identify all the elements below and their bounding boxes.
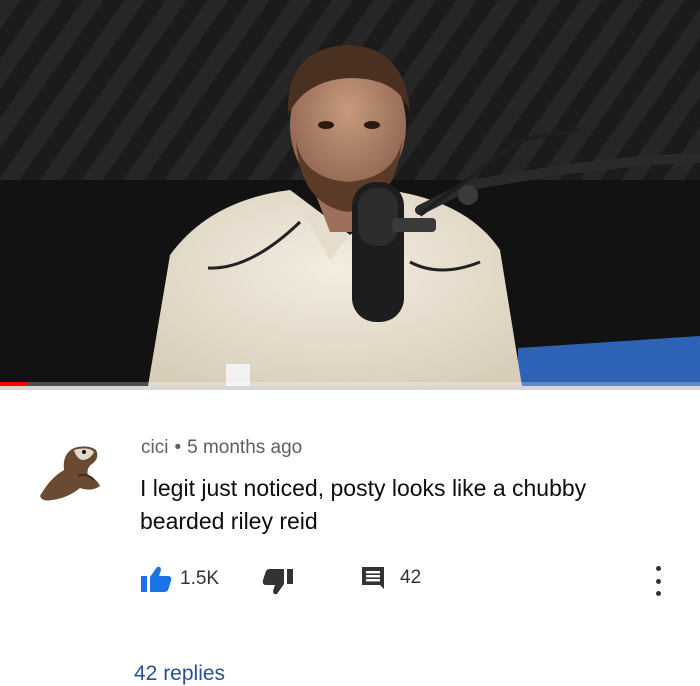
dislike-button[interactable] bbox=[262, 568, 294, 596]
comment-author[interactable]: cici bbox=[141, 437, 168, 458]
reply-button[interactable]: 42 bbox=[360, 565, 421, 591]
comment-meta: cici • 5 months ago bbox=[141, 437, 302, 459]
thumbs-down-icon bbox=[262, 569, 293, 595]
video-frame-image bbox=[0, 0, 700, 390]
comment-icon bbox=[362, 567, 384, 589]
comment-time[interactable]: 5 months ago bbox=[187, 437, 302, 458]
meta-separator: • bbox=[174, 437, 182, 458]
more-dot bbox=[655, 578, 661, 584]
comment-text: I legit just noticed, posty looks like a… bbox=[140, 475, 587, 534]
view-replies-link[interactable]: 42 replies bbox=[134, 662, 225, 686]
thumbs-up-icon bbox=[141, 566, 172, 592]
video-player[interactable] bbox=[0, 0, 700, 390]
more-dot bbox=[655, 566, 661, 571]
reply-count: 42 bbox=[400, 567, 422, 588]
divider bbox=[0, 386, 700, 390]
like-button[interactable]: 1.5K bbox=[140, 565, 219, 593]
comment-actions: 1.5K 42 bbox=[140, 565, 680, 595]
avatar-image bbox=[40, 446, 100, 501]
more-dot bbox=[655, 591, 661, 596]
like-count: 1.5K bbox=[180, 568, 220, 589]
more-vert-icon[interactable] bbox=[646, 566, 670, 596]
otter-avatar[interactable] bbox=[34, 436, 106, 504]
